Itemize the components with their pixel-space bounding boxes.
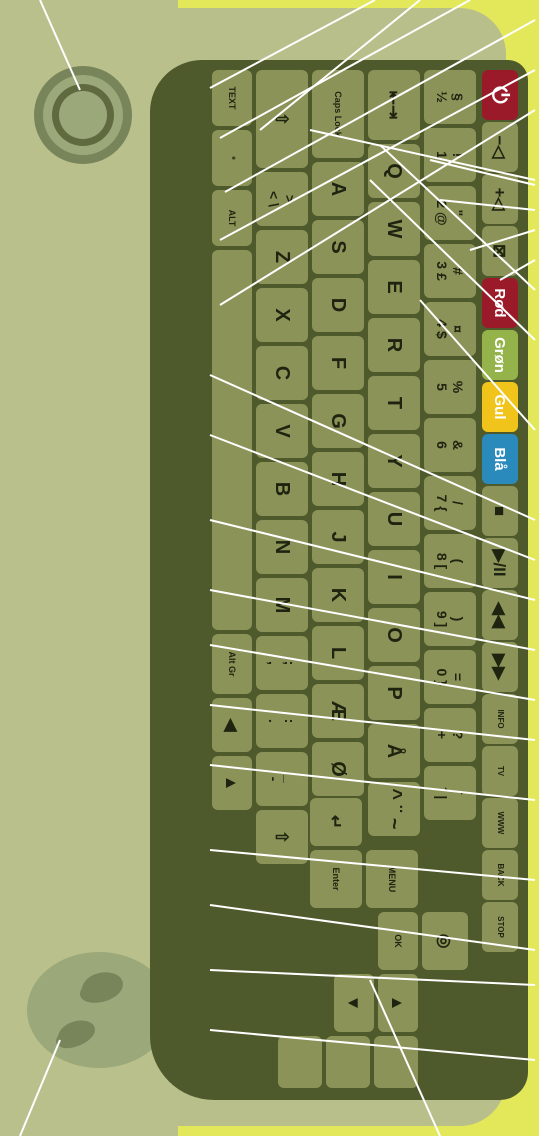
leader-line-10 — [469, 229, 536, 251]
leader-line-8 — [429, 159, 536, 186]
leader-lines — [19, 0, 536, 1136]
leader-line-22 — [209, 849, 536, 881]
leader-line-18 — [209, 589, 536, 651]
leader-line-13 — [369, 179, 536, 341]
leader-line-14 — [419, 299, 536, 431]
leader-line-24 — [209, 969, 536, 986]
leader-line-23 — [209, 904, 536, 951]
leader-line-20 — [209, 704, 536, 741]
leader-line-17 — [209, 519, 536, 601]
leader-line-26 — [369, 979, 441, 1136]
leader-line-19 — [209, 644, 536, 701]
leader-line-9 — [439, 199, 536, 211]
leader-line-0 — [39, 0, 81, 91]
leader-line-1 — [209, 0, 376, 89]
leader-line-25 — [209, 1029, 536, 1061]
leader-line-3 — [224, 19, 536, 193]
leader-line-27 — [19, 1039, 61, 1136]
leader-line-2 — [219, 0, 471, 139]
leader-line-21 — [209, 764, 536, 801]
keyboard-illustration: ⏻ −◁ +◁ ⊠ Rød Grøn Gul Blå ■ ▶/II ◀◀ ▶▶ INFO TV WWW BAC… — [0, 0, 539, 1136]
leader-line-4 — [219, 69, 536, 241]
leader-line-5 — [219, 109, 536, 306]
